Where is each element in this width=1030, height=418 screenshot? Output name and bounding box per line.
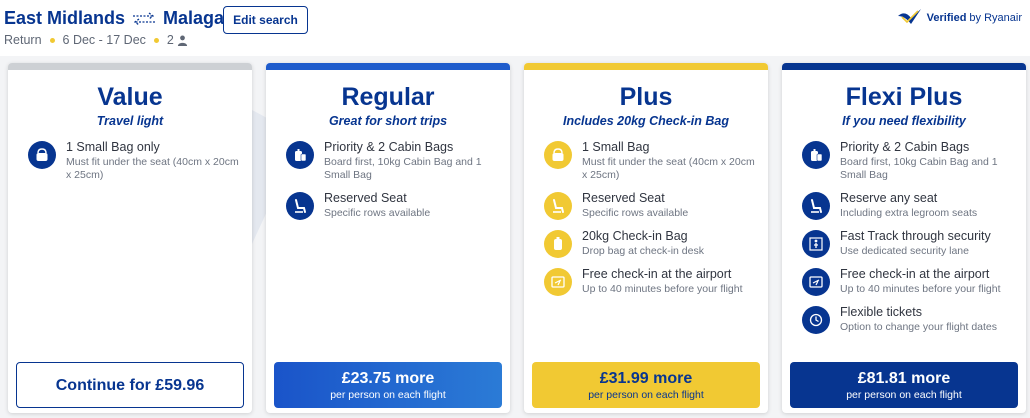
small-bag-icon bbox=[544, 141, 572, 169]
fare-card-topbar bbox=[524, 63, 768, 70]
fare-feature: Free check-in at the airport Up to 40 min… bbox=[802, 267, 1020, 296]
feature-description: Board first, 10kg Cabin Bag and 1 Small … bbox=[840, 156, 998, 181]
feature-description: Up to 40 minutes before your flight bbox=[840, 283, 1001, 295]
fare-card-plus: Plus Includes 20kg Check-in Bag 1 Small Ba… bbox=[524, 63, 768, 413]
feature-description: Specific rows available bbox=[324, 207, 431, 219]
fare-price-note: per person on each flight bbox=[846, 388, 962, 401]
fare-tagline: Great for short trips bbox=[328, 114, 448, 128]
checkin-bag-icon bbox=[544, 230, 572, 258]
fare-features-list: 1 Small Bag only Must fit under the seat … bbox=[8, 140, 252, 182]
feature-description: Option to change your flight dates bbox=[840, 321, 998, 333]
round-trip-arrows-icon bbox=[133, 11, 156, 26]
fare-title: Value bbox=[97, 83, 163, 111]
fare-price: Continue for £59.96 bbox=[55, 376, 205, 394]
select-fare-button[interactable]: £81.81 more per person on each flight bbox=[790, 362, 1018, 408]
feature-name: Priority & 2 Cabin Bags bbox=[840, 140, 970, 154]
feature-name: Flexible tickets bbox=[840, 305, 922, 319]
fast-track-icon bbox=[802, 230, 830, 258]
airport-checkin-icon bbox=[544, 268, 572, 296]
fare-feature: Flexible tickets Option to change your fl… bbox=[802, 305, 1020, 334]
feature-name: Free check-in at the airport bbox=[582, 267, 732, 281]
seat-icon bbox=[286, 192, 314, 220]
feature-name: Fast Track through security bbox=[840, 229, 991, 243]
feature-name: Reserved Seat bbox=[324, 191, 407, 205]
fare-feature: Reserved Seat Specific rows available bbox=[544, 191, 762, 220]
destination-city: Malaga bbox=[163, 8, 225, 28]
feature-name: 1 Small Bag bbox=[582, 140, 650, 154]
fare-card-topbar bbox=[266, 63, 510, 70]
feature-description: Board first, 10kg Cabin Bag and 1 Small … bbox=[324, 156, 482, 181]
feature-name: Free check-in at the airport bbox=[840, 267, 990, 281]
select-fare-button[interactable]: Continue for £59.96 bbox=[16, 362, 244, 408]
feature-name: Reserve any seat bbox=[840, 191, 938, 205]
feature-name: Reserved Seat bbox=[582, 191, 665, 205]
cabin-bags-icon bbox=[802, 141, 830, 169]
fare-price: £31.99 more bbox=[599, 369, 693, 387]
fare-card-value: Value Travel light 1 Small Bag only Must fi… bbox=[8, 63, 252, 413]
origin-city: East Midlands bbox=[4, 8, 126, 28]
fare-feature: Reserve any seat Including extra legroom … bbox=[802, 191, 1020, 220]
select-fare-button[interactable]: £23.75 more per person on each flight bbox=[274, 362, 502, 408]
fare-card-flexi-plus: Flexi Plus If you need flexibility Priorit… bbox=[782, 63, 1026, 413]
verified-label: Verified bbox=[926, 12, 967, 24]
feature-description: Use dedicated security lane bbox=[840, 245, 969, 257]
trip-type: Return bbox=[4, 33, 42, 47]
seat-icon bbox=[544, 192, 572, 220]
fare-price-note: per person on each flight bbox=[588, 388, 704, 401]
fare-feature: Fast Track through security Use dedicated… bbox=[802, 229, 1020, 258]
fare-price: £81.81 more bbox=[857, 369, 951, 387]
feature-description: Must fit under the seat (40cm x 20cm x 2… bbox=[66, 156, 239, 181]
fare-features-list: Priority & 2 Cabin Bags Board first, 10kg… bbox=[782, 140, 1026, 334]
fare-feature: Priority & 2 Cabin Bags Board first, 10kg… bbox=[802, 140, 1020, 182]
fare-feature: 1 Small Bag only Must fit under the seat … bbox=[28, 140, 246, 182]
feature-name: 20kg Check-in Bag bbox=[582, 229, 688, 243]
small-bag-icon bbox=[28, 141, 56, 169]
feature-name: 1 Small Bag only bbox=[66, 140, 160, 154]
verified-by-ryanair: Verified by Ryanair bbox=[897, 8, 1022, 28]
feature-description: Must fit under the seat (40cm x 20cm x 2… bbox=[582, 156, 755, 181]
fare-title: Regular bbox=[341, 83, 435, 111]
fare-tagline: Travel light bbox=[96, 114, 164, 128]
edit-search-button[interactable]: Edit search bbox=[223, 6, 308, 34]
fare-feature: Reserved Seat Specific rows available bbox=[286, 191, 504, 220]
route-title: East Midlands Malaga bbox=[4, 8, 224, 29]
cabin-bags-icon bbox=[286, 141, 314, 169]
feature-description: Including extra legroom seats bbox=[840, 207, 978, 219]
feature-description: Up to 40 minutes before your flight bbox=[582, 283, 743, 295]
separator-dot bbox=[49, 37, 55, 43]
fare-card-regular: Regular Great for short trips Priority & 2… bbox=[266, 63, 510, 413]
trip-dates: 6 Dec - 17 Dec bbox=[62, 33, 146, 47]
fare-title: Plus bbox=[619, 83, 673, 111]
select-fare-button[interactable]: £31.99 more per person on each flight bbox=[532, 362, 760, 408]
feature-name: Priority & 2 Cabin Bags bbox=[324, 140, 454, 154]
fare-feature: Priority & 2 Cabin Bags Board first, 10kg… bbox=[286, 140, 504, 182]
verified-check-icon bbox=[897, 9, 921, 24]
seat-icon bbox=[802, 192, 830, 220]
fare-tagline: If you need flexibility bbox=[842, 114, 966, 128]
airport-checkin-icon bbox=[802, 268, 830, 296]
flexible-ticket-icon bbox=[802, 306, 830, 334]
fare-card-topbar bbox=[782, 63, 1026, 70]
verified-by-label: by Ryanair bbox=[969, 12, 1022, 24]
fare-feature: 20kg Check-in Bag Drop bag at check-in de… bbox=[544, 229, 762, 258]
separator-dot bbox=[153, 37, 159, 43]
fare-price-note: per person on each flight bbox=[330, 388, 446, 401]
trip-details: Return 6 Dec - 17 Dec 2 bbox=[4, 33, 188, 47]
fare-title: Flexi Plus bbox=[845, 83, 963, 111]
fare-features-list: Priority & 2 Cabin Bags Board first, 10kg… bbox=[266, 140, 510, 220]
passenger-count: 2 bbox=[166, 33, 174, 47]
person-icon bbox=[177, 35, 187, 46]
fare-card-topbar bbox=[8, 63, 252, 70]
fare-price: £23.75 more bbox=[341, 369, 435, 387]
feature-description: Specific rows available bbox=[582, 207, 689, 219]
fare-feature: Free check-in at the airport Up to 40 min… bbox=[544, 267, 762, 296]
fare-feature: 1 Small Bag Must fit under the seat (40cm… bbox=[544, 140, 762, 182]
feature-description: Drop bag at check-in desk bbox=[582, 245, 704, 257]
fare-features-list: 1 Small Bag Must fit under the seat (40cm… bbox=[524, 140, 768, 296]
fare-tagline: Includes 20kg Check-in Bag bbox=[562, 114, 730, 128]
search-summary-header: East Midlands Malaga Return 6 Dec - 17 D… bbox=[0, 0, 1030, 56]
